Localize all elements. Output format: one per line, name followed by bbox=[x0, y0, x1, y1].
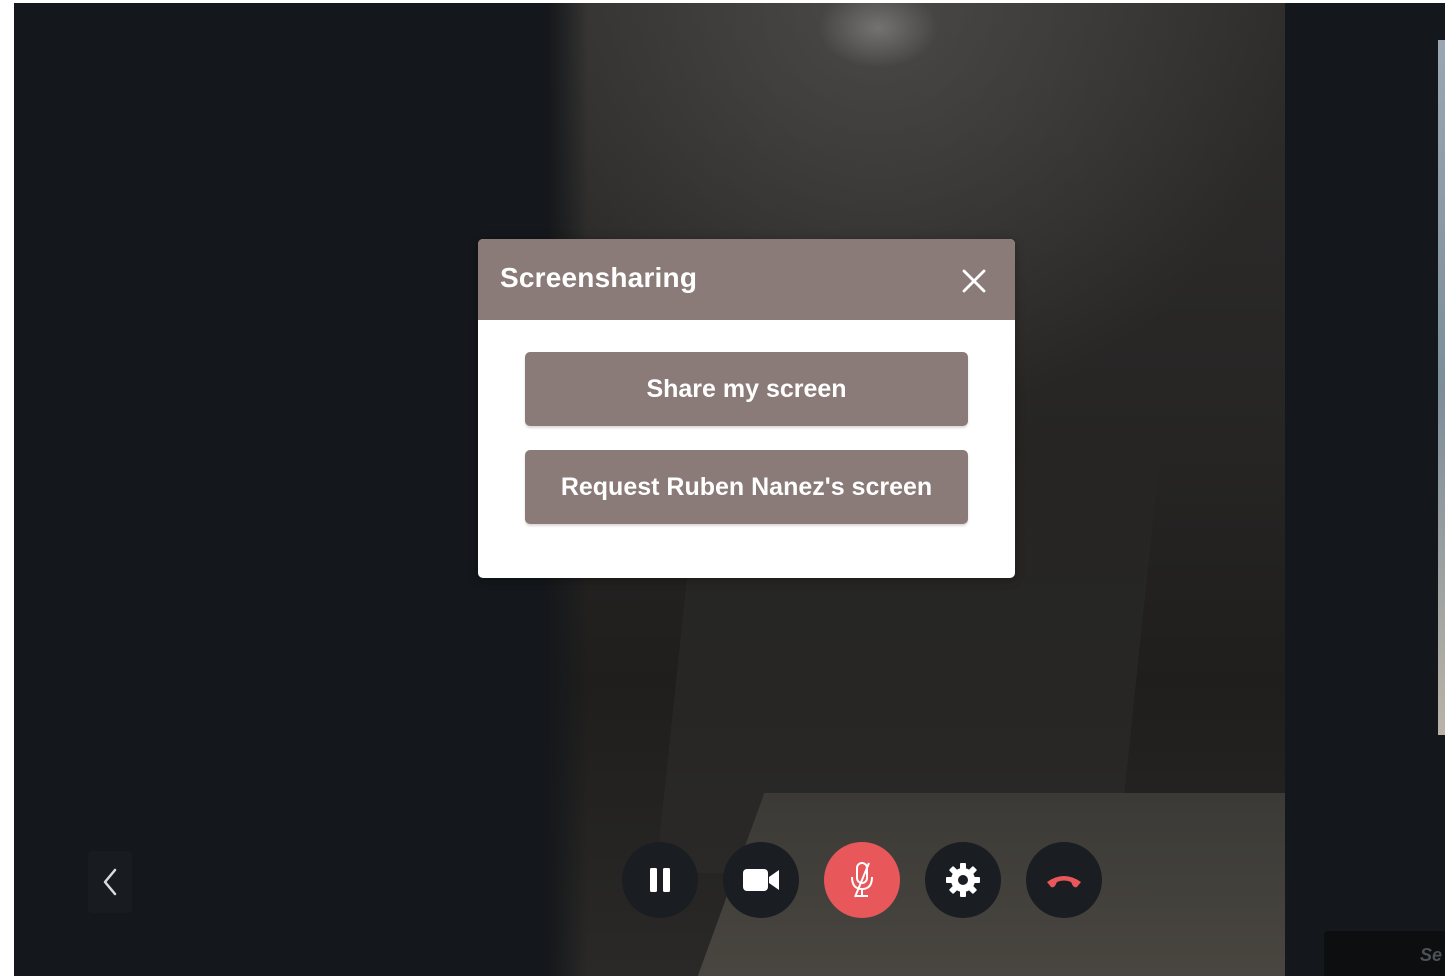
participant-thumbnail[interactable] bbox=[1438, 40, 1445, 735]
request-screen-button[interactable]: Request Ruben Nanez's screen bbox=[525, 450, 968, 524]
settings-button[interactable] bbox=[925, 842, 1001, 918]
call-toolbar bbox=[622, 842, 1102, 919]
mute-button[interactable] bbox=[824, 842, 900, 918]
gear-icon bbox=[946, 863, 980, 897]
pause-button[interactable] bbox=[622, 842, 698, 918]
chevron-left-icon bbox=[103, 868, 117, 896]
video-camera-icon bbox=[743, 869, 779, 891]
microphone-muted-icon bbox=[851, 862, 873, 898]
side-panel-label: Se bbox=[1420, 945, 1443, 965]
close-button[interactable] bbox=[956, 263, 992, 299]
pause-icon bbox=[650, 868, 670, 892]
hang-up-icon bbox=[1047, 876, 1081, 888]
screensharing-dialog: Screensharing Share my screen Request Ru… bbox=[478, 239, 1015, 578]
dialog-header: Screensharing bbox=[478, 239, 1015, 320]
back-button[interactable] bbox=[88, 851, 132, 913]
hang-up-button[interactable] bbox=[1026, 842, 1102, 918]
share-my-screen-button[interactable]: Share my screen bbox=[525, 352, 968, 426]
close-icon bbox=[962, 269, 986, 293]
camera-button[interactable] bbox=[723, 842, 799, 918]
dialog-title: Screensharing bbox=[500, 262, 698, 293]
side-panel[interactable]: Se bbox=[1324, 931, 1445, 976]
